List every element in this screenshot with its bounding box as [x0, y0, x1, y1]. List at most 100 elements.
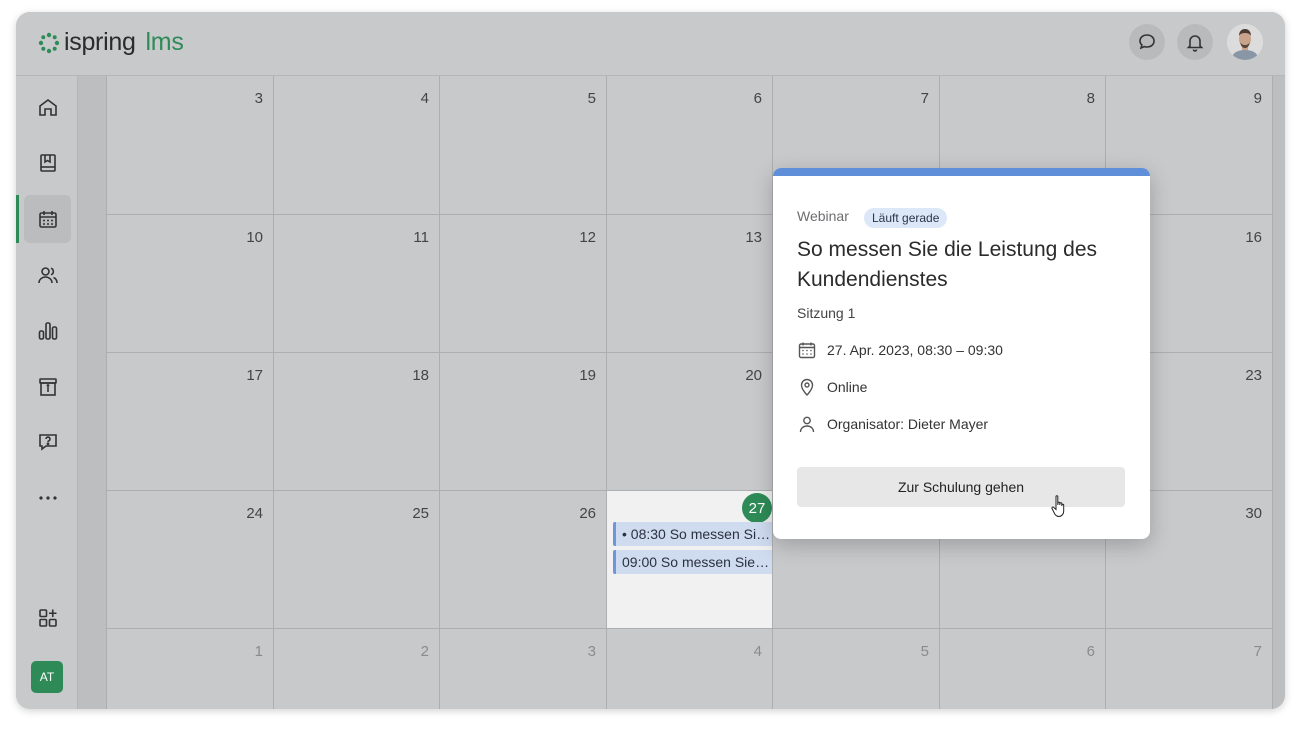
help-chat-icon [38, 434, 57, 451]
calendar-event[interactable]: • 08:30 So messen Sie die Leistung des K… [613, 522, 772, 546]
day-number: 30 [1245, 505, 1262, 522]
sidebar-item-help[interactable] [24, 418, 71, 466]
day-cell[interactable]: 24 [107, 491, 274, 629]
day-cell[interactable]: 6 [607, 76, 773, 215]
person-icon [799, 416, 815, 433]
notifications-button[interactable] [1177, 24, 1213, 60]
sidebar-item-calendar[interactable] [24, 195, 71, 243]
day-number: 7 [920, 90, 929, 107]
day-number: 23 [1245, 367, 1262, 384]
day-number: 16 [1245, 229, 1262, 246]
day-number: 5 [920, 643, 929, 660]
event-organizer: Organisator: Dieter Mayer [827, 416, 989, 432]
day-number: 7 [1253, 643, 1262, 660]
day-number: 18 [412, 367, 429, 384]
app-window: ispring lms AT 3 4 5 6 7 8 9 10 11 12 13… [16, 12, 1285, 709]
home-icon [38, 99, 57, 116]
day-number: 26 [579, 505, 596, 522]
day-cell[interactable]: 1 [107, 629, 274, 709]
sidebar-item-courses[interactable] [24, 139, 71, 187]
event-datetime-row: 27. Apr. 2023, 08:30 – 09:30 [797, 340, 1003, 360]
day-cell[interactable]: 4 [274, 76, 440, 215]
day-number: 10 [246, 229, 263, 246]
day-number: 4 [753, 643, 762, 660]
info-archive-icon [38, 378, 57, 396]
event-location-row: Online [797, 377, 867, 397]
day-cell[interactable]: 12 [440, 215, 607, 353]
users-icon [37, 267, 58, 284]
location-pin-icon [800, 378, 814, 396]
day-number: 3 [254, 90, 263, 107]
day-cell[interactable]: 10 [107, 215, 274, 353]
sidebar-item-reports[interactable] [24, 307, 71, 355]
event-type: Webinar [797, 208, 849, 224]
day-cell[interactable]: 13 [607, 215, 773, 353]
apps-add-icon [38, 609, 57, 627]
calendar-gutter [78, 76, 107, 709]
day-cell[interactable]: 7 [1106, 629, 1273, 709]
chat-button[interactable] [1129, 24, 1165, 60]
day-number: 3 [587, 643, 596, 660]
calendar-icon [38, 211, 57, 228]
day-number: 8 [1086, 90, 1095, 107]
day-number: 20 [745, 367, 762, 384]
day-cell[interactable]: 5 [440, 76, 607, 215]
day-cell[interactable]: 3 [440, 629, 607, 709]
event-popup: Webinar Läuft gerade So messen Sie die L… [773, 168, 1150, 539]
day-cell[interactable]: 17 [107, 353, 274, 491]
popup-color-bar [773, 168, 1150, 176]
scroll-edge [1273, 76, 1285, 709]
day-number: 5 [587, 90, 596, 107]
day-cell[interactable]: 5 [773, 629, 940, 709]
calendar-event[interactable]: 09:00 So messen Sie die Leistung des Kun… [613, 550, 772, 574]
event-location: Online [827, 379, 868, 395]
today-badge: 27 [742, 493, 772, 523]
day-number: 12 [579, 229, 596, 246]
day-cell[interactable]: 19 [440, 353, 607, 491]
day-cell[interactable]: 11 [274, 215, 440, 353]
sidebar-item-more[interactable] [24, 474, 71, 522]
logo[interactable]: ispring lms [38, 28, 184, 57]
day-number: 4 [420, 90, 429, 107]
bell-icon [1186, 35, 1204, 52]
user-avatar[interactable] [1227, 24, 1263, 60]
calendar-icon [798, 342, 816, 359]
day-cell[interactable]: 25 [274, 491, 440, 629]
avatar-photo-icon [1227, 24, 1263, 60]
event-session: Sitzung 1 [797, 305, 856, 321]
day-cell[interactable]: 18 [274, 353, 440, 491]
day-cell[interactable]: 20 [607, 353, 773, 491]
sidebar-item-info[interactable] [24, 363, 71, 411]
day-number: 11 [413, 229, 429, 246]
day-number: 17 [246, 367, 263, 384]
top-bar: ispring lms [16, 12, 1285, 76]
book-icon [39, 154, 56, 172]
day-number: 2 [420, 643, 429, 660]
sidebar: AT [16, 76, 78, 709]
status-badge: Läuft gerade [864, 208, 948, 228]
logo-product: lms [145, 28, 184, 56]
day-cell[interactable]: 6 [940, 629, 1106, 709]
day-number: 6 [1086, 643, 1095, 660]
active-indicator [16, 195, 19, 243]
event-title: So messen Sie die Leistung des Kundendie… [797, 238, 1098, 291]
day-number: 25 [412, 505, 429, 522]
day-number: 9 [1253, 90, 1262, 107]
day-cell-today[interactable]: 27 • 08:30 So messen Sie die Leistung de… [607, 491, 773, 629]
sidebar-item-users[interactable] [24, 251, 71, 299]
go-to-training-button[interactable]: Zur Schulung gehen [797, 467, 1125, 507]
day-number: 19 [579, 367, 596, 384]
day-cell[interactable]: 2 [274, 629, 440, 709]
day-cell[interactable]: 4 [607, 629, 773, 709]
day-number: 1 [254, 643, 263, 660]
day-number: 6 [753, 90, 762, 107]
day-cell[interactable]: 3 [107, 76, 274, 215]
logo-brand: ispring [64, 28, 136, 56]
chart-icon [38, 322, 57, 340]
day-cell[interactable]: 26 [440, 491, 607, 629]
user-initials-badge[interactable]: AT [31, 661, 63, 693]
event-datetime: 27. Apr. 2023, 08:30 – 09:30 [827, 342, 1003, 358]
sidebar-item-apps[interactable] [24, 594, 71, 642]
sidebar-item-home[interactable] [24, 83, 71, 131]
ispring-logo-icon [38, 32, 60, 53]
